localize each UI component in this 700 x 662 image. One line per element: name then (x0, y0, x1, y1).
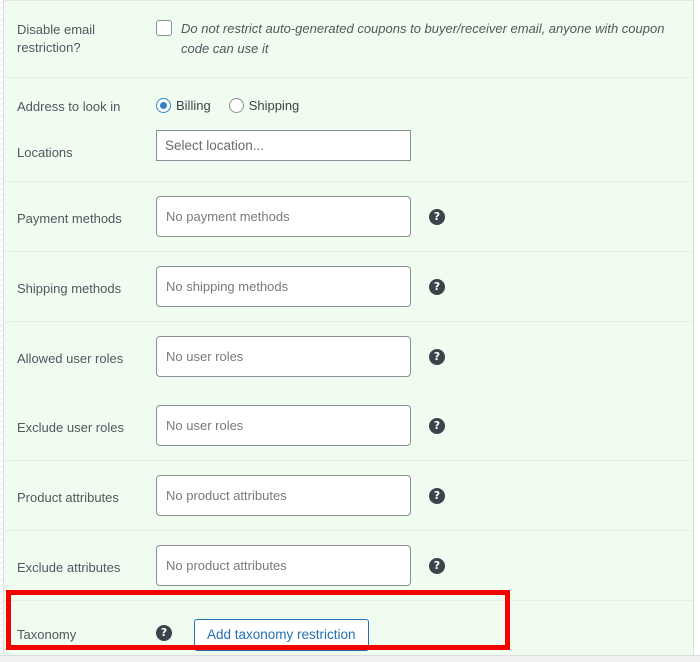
radio-item-shipping[interactable]: Shipping (228, 98, 300, 114)
label-shipping-methods: Shipping methods (17, 280, 122, 296)
allowed-user-roles-placeholder: No user roles (166, 348, 244, 364)
exclude-user-roles-select[interactable]: No user roles (156, 404, 411, 446)
help-icon-exclude-user-roles[interactable]: ? (429, 417, 445, 434)
label-locations: Locations (17, 145, 73, 161)
right-edge-strip (694, 0, 700, 655)
help-icon-shipping-methods[interactable]: ? (429, 278, 445, 295)
radio-label-billing: Billing (176, 98, 211, 114)
label-allowed-user-roles: Allowed user roles (17, 350, 124, 366)
label-taxonomy: Taxonomy (17, 626, 77, 642)
exclude-attributes-select[interactable]: No product attributes (156, 544, 411, 586)
allowed-user-roles-select[interactable]: No user roles (156, 335, 411, 377)
row-shipping-methods: Shipping methods No shipping methods ? (4, 252, 693, 322)
help-icon-product-attributes[interactable]: ? (429, 487, 445, 504)
product-attributes-select[interactable]: No product attributes (156, 474, 411, 516)
payment-methods-placeholder: No payment methods (166, 208, 290, 224)
row-exclude-user-roles: Exclude user roles No user roles ? (4, 391, 693, 461)
row-locations: Locations Select location... (4, 122, 693, 182)
radio-item-billing[interactable]: Billing (156, 98, 211, 114)
label-product-attributes: Product attributes (17, 489, 119, 505)
shipping-methods-placeholder: No shipping methods (166, 278, 289, 294)
product-attributes-placeholder: No product attributes (166, 487, 287, 503)
shipping-methods-select[interactable]: No shipping methods (156, 265, 411, 307)
payment-methods-select[interactable]: No payment methods (156, 195, 411, 237)
label-payment-methods: Payment methods (17, 210, 122, 226)
exclude-user-roles-placeholder: No user roles (166, 417, 244, 433)
radio-billing[interactable] (156, 98, 171, 114)
label-exclude-attributes: Exclude attributes (17, 559, 121, 575)
help-icon-taxonomy[interactable]: ? (156, 624, 172, 641)
label-exclude-user-roles: Exclude user roles (17, 419, 124, 435)
radio-label-shipping: Shipping (248, 98, 300, 114)
locations-select[interactable]: Select location... (156, 130, 411, 162)
label-address-to-look-in: Address to look in (17, 99, 121, 115)
disable-email-restriction-checkbox[interactable] (156, 20, 172, 36)
address-radio-group: Billing Shipping (156, 98, 300, 114)
bottom-edge-strip (0, 655, 700, 662)
row-disable-email-restriction: Disable email restriction? Do not restri… (4, 0, 693, 79)
radio-shipping[interactable] (228, 98, 244, 114)
row-exclude-attributes: Exclude attributes No product attributes… (4, 531, 693, 601)
coupon-restriction-settings-panel: Disable email restriction? Do not restri… (3, 0, 694, 655)
row-allowed-user-roles: Allowed user roles No user roles ? (4, 322, 693, 391)
row-taxonomy: Taxonomy ? Add taxonomy restriction (4, 601, 693, 655)
disable-email-restriction-description: Do not restrict auto-generated coupons t… (181, 21, 665, 57)
label-disable-email-restriction: Disable email restriction? (17, 22, 96, 56)
help-icon-exclude-attributes[interactable]: ? (429, 557, 445, 574)
help-icon-payment-methods[interactable]: ? (429, 208, 445, 225)
exclude-attributes-placeholder: No product attributes (166, 557, 287, 573)
row-product-attributes: Product attributes No product attributes… (4, 461, 693, 531)
add-taxonomy-restriction-button[interactable]: Add taxonomy restriction (194, 618, 369, 652)
help-icon-allowed-user-roles[interactable]: ? (429, 348, 445, 365)
locations-placeholder: Select location... (165, 138, 265, 154)
row-address-to-look-in: Address to look in Billing Shipping (4, 78, 693, 122)
row-payment-methods: Payment methods No payment methods ? (4, 182, 693, 252)
